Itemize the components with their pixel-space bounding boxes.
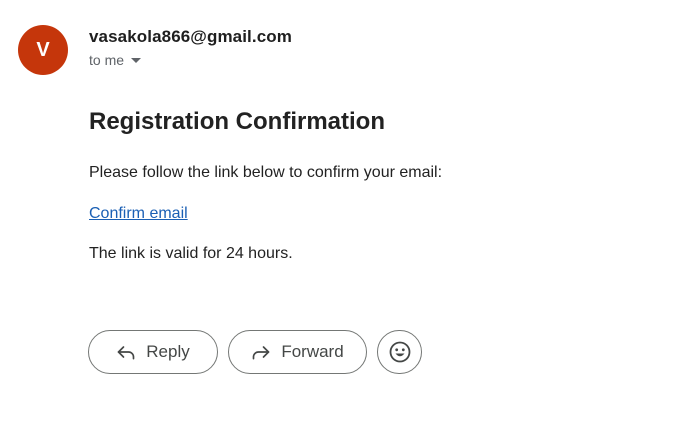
email-paragraph-instructions: Please follow the link below to confirm … (89, 164, 443, 181)
reply-button[interactable]: Reply (88, 330, 218, 374)
recipient-label: to me (89, 52, 125, 68)
emoji-reaction-icon (389, 341, 410, 363)
email-paragraph-validity: The link is valid for 24 hours. (89, 245, 293, 262)
forward-label: Forward (281, 342, 344, 361)
forward-button[interactable]: Forward (228, 330, 367, 374)
reply-arrow-icon (117, 346, 135, 360)
chevron-down-icon[interactable] (131, 58, 142, 63)
confirm-email-link[interactable]: Confirm email (89, 205, 188, 223)
reply-label: Reply (146, 342, 190, 361)
sender-email[interactable]: vasakola866@gmail.com (89, 27, 292, 47)
sender-initial: V (36, 38, 50, 61)
recipient-details-toggle[interactable]: to me (89, 52, 142, 68)
email-heading: Registration Confirmation (89, 108, 386, 135)
sender-avatar[interactable]: V (18, 25, 68, 75)
forward-arrow-icon (252, 346, 270, 360)
emoji-reaction-button[interactable] (377, 330, 422, 374)
